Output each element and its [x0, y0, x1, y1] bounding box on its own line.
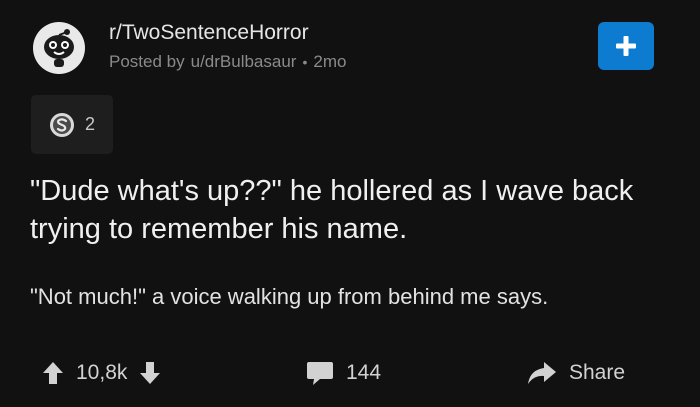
subreddit-avatar-icon[interactable]	[33, 22, 85, 74]
plus-icon	[615, 35, 637, 57]
award-count: 2	[84, 114, 95, 134]
comment-bubble-icon	[306, 360, 334, 386]
vote-count: 10,8k	[76, 360, 128, 384]
share-arrow-icon	[527, 361, 557, 385]
award-chip[interactable]: 2	[31, 95, 113, 154]
post-body: "Not much!" a voice walking up from behi…	[30, 284, 549, 309]
post-age: 2mo	[313, 52, 347, 71]
post-meta: Posted by u/drBulbasaur • 2mo	[109, 52, 346, 72]
share-button[interactable]: Share	[527, 350, 625, 395]
subreddit-name[interactable]: r/TwoSentenceHorror	[109, 21, 309, 45]
action-bar: 10,8k 144 Share	[0, 350, 700, 395]
join-button[interactable]	[598, 22, 654, 70]
post-card: r/TwoSentenceHorror Posted by u/drBulbas…	[0, 0, 700, 407]
vote-controls: 10,8k	[42, 350, 161, 395]
posted-by-label: Posted by	[109, 52, 185, 71]
downvote-arrow-icon[interactable]	[139, 361, 161, 385]
comment-count: 144	[346, 360, 382, 384]
post-title[interactable]: "Dude what's up??" he hollered as I wave…	[30, 172, 680, 248]
author-username[interactable]: u/drBulbasaur	[191, 52, 297, 72]
meta-separator: •	[302, 54, 308, 70]
silver-award-icon	[49, 112, 75, 138]
comments-button[interactable]: 144	[306, 350, 381, 395]
share-label: Share	[569, 360, 626, 384]
upvote-arrow-icon[interactable]	[42, 361, 64, 385]
